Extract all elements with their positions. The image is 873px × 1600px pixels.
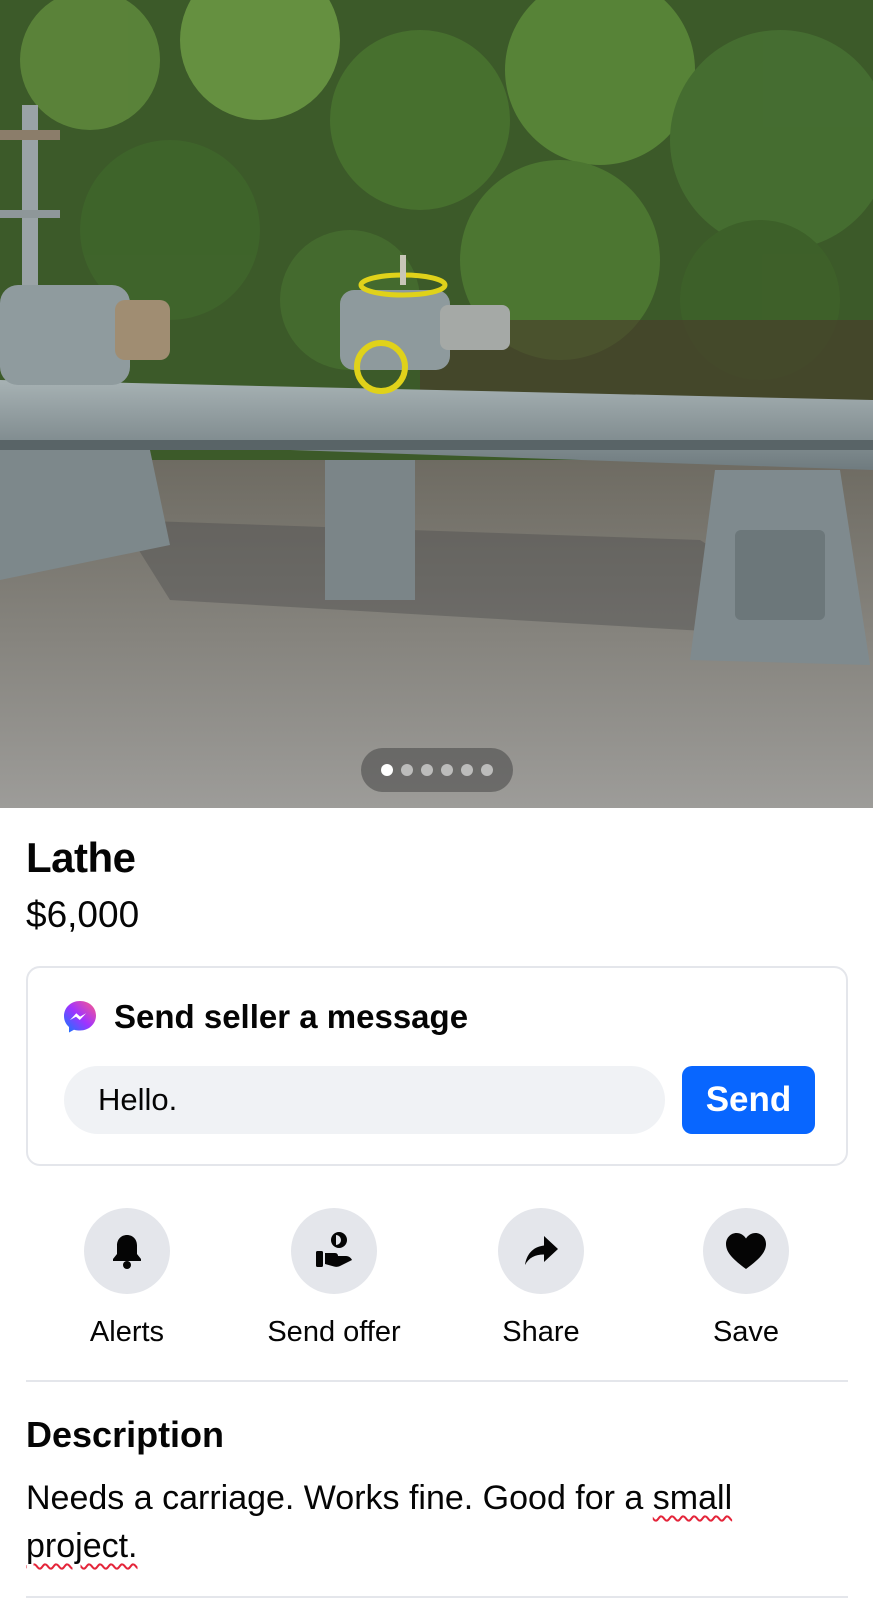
bell-icon — [113, 1235, 141, 1269]
send-message-heading: Send seller a message — [114, 998, 469, 1035]
pager-dot[interactable] — [461, 764, 473, 776]
pager-dot[interactable] — [421, 764, 433, 776]
send-message-header: Send seller a message — [62, 998, 468, 1036]
pager-dot[interactable] — [481, 764, 493, 776]
share-button[interactable] — [498, 1208, 584, 1294]
description-text-part: Needs a carriage. Works fine. Good for a — [26, 1479, 653, 1517]
messenger-icon — [64, 1001, 96, 1033]
alerts-button[interactable] — [84, 1208, 170, 1294]
misspelled-word[interactable]: small — [653, 1479, 732, 1517]
alerts-action[interactable]: Alerts — [24, 1208, 230, 1349]
section-divider — [26, 1380, 848, 1382]
send-offer-action[interactable]: Send offer — [231, 1208, 437, 1349]
send-offer-label: Send offer — [267, 1316, 401, 1348]
save-label: Save — [712, 1316, 780, 1348]
share-label: Share — [502, 1316, 580, 1348]
send-offer-button[interactable] — [291, 1208, 377, 1294]
pager-dot[interactable] — [381, 764, 393, 776]
offer-hand-icon — [316, 1232, 352, 1267]
listing-price: $6,000 — [26, 894, 140, 935]
photo-pager[interactable] — [361, 748, 513, 792]
lathe-photo-illustration — [0, 0, 873, 808]
message-input[interactable] — [64, 1066, 665, 1134]
save-button[interactable] — [703, 1208, 789, 1294]
section-divider — [26, 1596, 848, 1598]
pager-dot[interactable] — [401, 764, 413, 776]
listing-title: Lathe — [26, 834, 136, 881]
share-arrow-icon — [525, 1236, 558, 1265]
heart-icon — [726, 1233, 766, 1269]
share-action[interactable]: Share — [438, 1208, 644, 1349]
description-heading: Description — [26, 1414, 225, 1455]
misspelled-word[interactable]: project. — [26, 1527, 138, 1565]
send-message-card: Send seller a message Send — [26, 966, 848, 1166]
listing-photo[interactable] — [0, 0, 873, 808]
send-button[interactable]: Send — [682, 1066, 815, 1134]
pager-dot[interactable] — [441, 764, 453, 776]
description-text: Needs a carriage. Works fine. Good for a… — [26, 1474, 826, 1570]
save-action[interactable]: Save — [643, 1208, 849, 1349]
alerts-label: Alerts — [89, 1316, 165, 1348]
